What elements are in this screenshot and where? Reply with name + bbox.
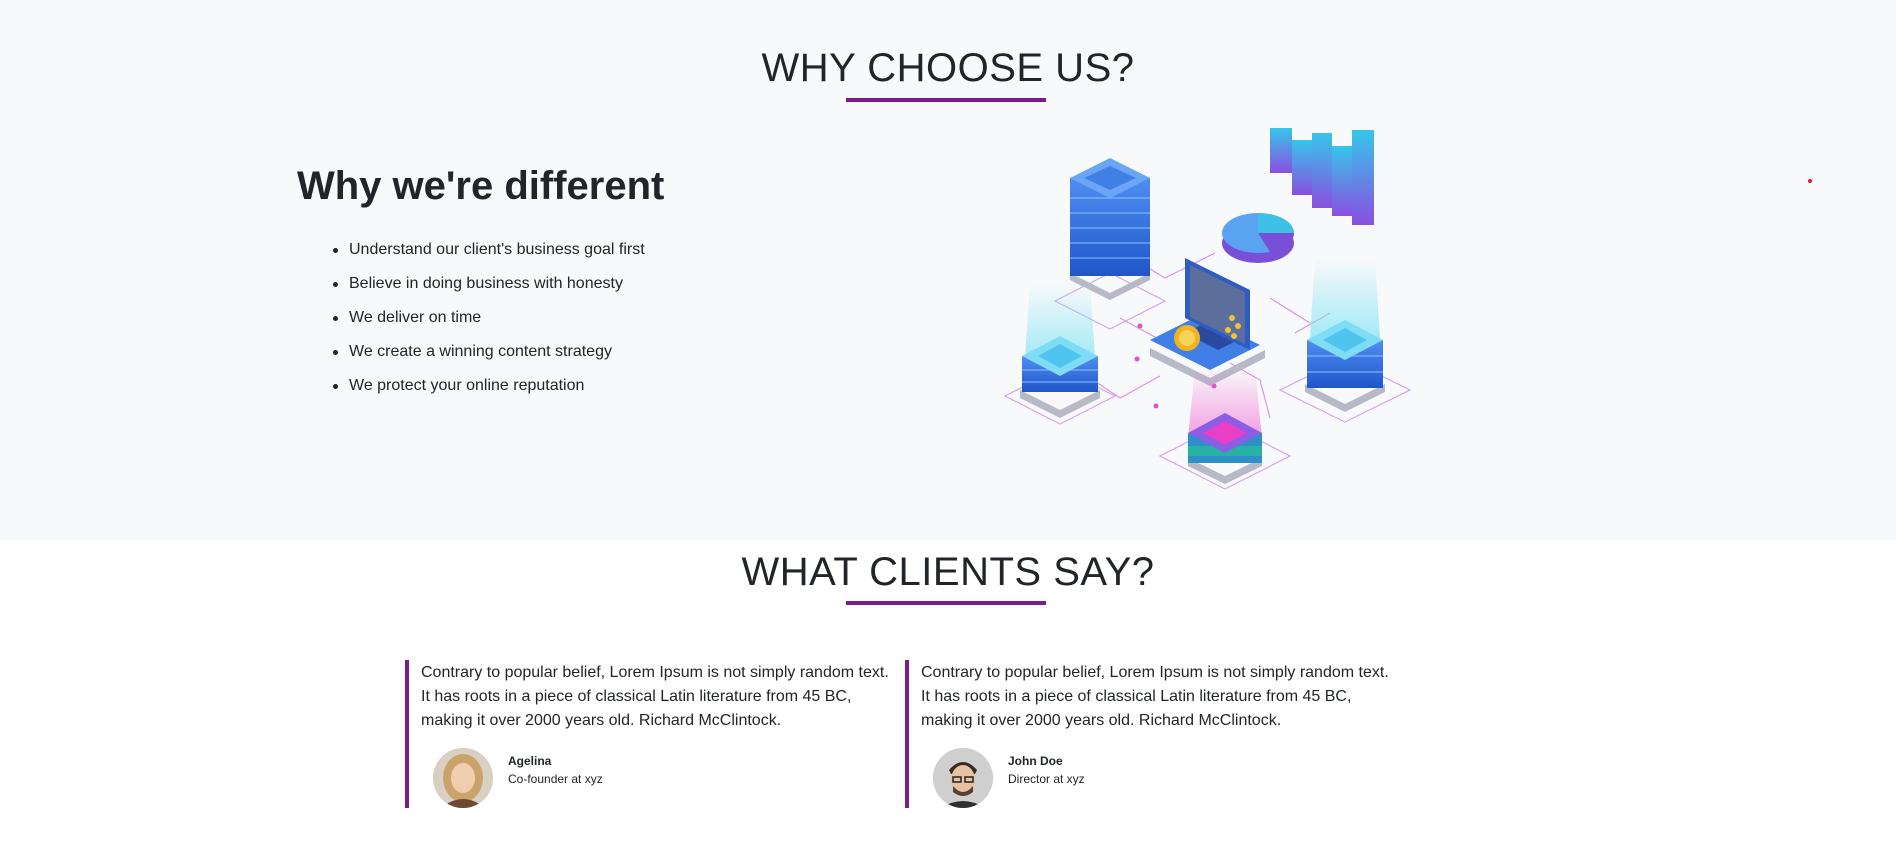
list-item: We deliver on time xyxy=(333,301,645,335)
red-dot-marker xyxy=(1808,179,1812,183)
avatar xyxy=(433,748,493,808)
list-item: Believe in doing business with honesty xyxy=(333,267,645,301)
why-different-heading: Why we're different xyxy=(297,164,665,208)
author-name: John Doe xyxy=(1008,754,1063,768)
clients-title-underline xyxy=(846,601,1046,605)
testimonial-card: Contrary to popular belief, Lorem Ipsum … xyxy=(405,660,895,808)
author-name: Agelina xyxy=(508,754,552,768)
why-choose-us-title: WHY CHOOSE US? xyxy=(761,46,1135,90)
testimonial-quote: Contrary to popular belief, Lorem Ipsum … xyxy=(421,664,889,729)
avatar-portrait-icon xyxy=(433,748,493,808)
list-item: Understand our client's business goal fi… xyxy=(333,233,645,267)
avatar xyxy=(933,748,993,808)
list-item: We protect your online reputation xyxy=(333,369,645,403)
why-title-underline xyxy=(846,98,1046,102)
list-item: We create a winning content strategy xyxy=(333,335,645,369)
author-role: Director at xyz xyxy=(1008,772,1085,786)
testimonial-card: Contrary to popular belief, Lorem Ipsum … xyxy=(905,660,1395,808)
avatar-portrait-icon xyxy=(933,748,993,808)
isometric-server-illustration xyxy=(1003,128,1412,490)
why-choose-us-section: WHY CHOOSE US? Why we're different Under… xyxy=(0,0,1896,540)
what-clients-say-title: WHAT CLIENTS SAY? xyxy=(741,550,1155,594)
testimonial-quote: Contrary to popular belief, Lorem Ipsum … xyxy=(921,664,1389,729)
author-role: Co-founder at xyz xyxy=(508,772,603,786)
reasons-list: Understand our client's business goal fi… xyxy=(333,233,645,403)
